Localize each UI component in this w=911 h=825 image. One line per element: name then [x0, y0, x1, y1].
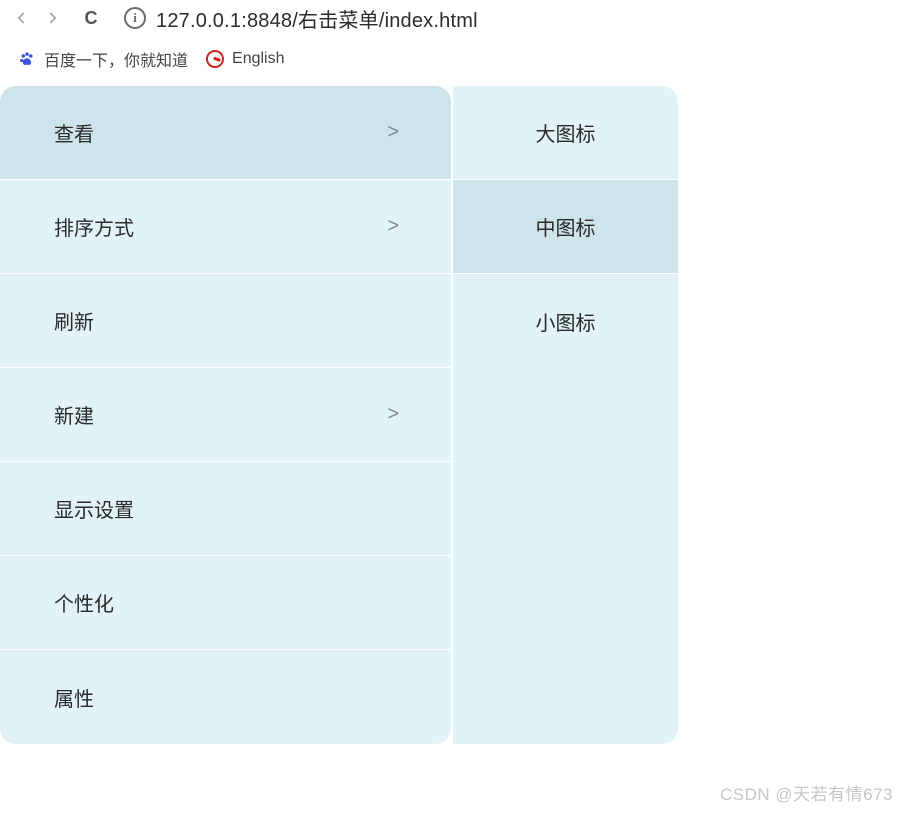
address-bar[interactable]: i 127.0.0.1:8848/右击菜单/index.html — [124, 4, 478, 33]
url-text: 127.0.0.1:8848/右击菜单/index.html — [156, 4, 478, 33]
submenu-item-label: 中图标 — [536, 212, 596, 241]
bookmarks-bar: 百度一下，你就知道 English — [0, 36, 911, 82]
browser-toolbar: C i 127.0.0.1:8848/右击菜单/index.html — [0, 0, 911, 36]
submenu-item-medium-icons[interactable]: 中图标 — [453, 180, 678, 274]
menu-item-label: 属性 — [54, 683, 94, 712]
submenu-item-small-icons[interactable]: 小图标 — [453, 274, 678, 368]
menu-item-display-settings[interactable]: 显示设置 — [0, 462, 451, 556]
reload-button[interactable]: C — [80, 7, 102, 29]
menu-item-personalize[interactable]: 个性化 — [0, 556, 451, 650]
bookmark-label: 百度一下，你就知道 — [44, 47, 188, 71]
menu-item-label: 刷新 — [54, 306, 94, 335]
submenu-item-label: 大图标 — [536, 118, 596, 147]
submenu-item-label: 小图标 — [536, 307, 596, 336]
chevron-right-icon: > — [387, 403, 399, 426]
baidu-paw-icon — [18, 50, 36, 68]
menu-item-label: 查看 — [54, 118, 94, 147]
bookmark-label: English — [232, 50, 284, 68]
menu-item-label: 显示设置 — [54, 494, 134, 523]
menu-item-label: 排序方式 — [54, 212, 134, 241]
watermark: CSDN @天若有情673 — [720, 780, 893, 805]
site-info-icon[interactable]: i — [124, 7, 146, 29]
menu-item-label: 个性化 — [54, 588, 114, 617]
railway-icon — [206, 50, 224, 68]
bookmark-baidu[interactable]: 百度一下，你就知道 — [18, 47, 188, 71]
context-menu: 查看 > 排序方式 > 刷新 新建 > 显示设置 个性化 属性 大图标 — [0, 86, 678, 744]
menu-item-view[interactable]: 查看 > — [0, 86, 451, 180]
bookmark-english[interactable]: English — [206, 50, 284, 68]
chevron-right-icon: > — [387, 215, 399, 238]
back-button[interactable] — [10, 7, 32, 29]
menu-item-refresh[interactable]: 刷新 — [0, 274, 451, 368]
menu-item-label: 新建 — [54, 400, 94, 429]
menu-item-properties[interactable]: 属性 — [0, 650, 451, 744]
submenu-item-large-icons[interactable]: 大图标 — [453, 86, 678, 180]
context-submenu-view: 大图标 中图标 小图标 — [453, 86, 678, 744]
context-menu-primary: 查看 > 排序方式 > 刷新 新建 > 显示设置 个性化 属性 — [0, 86, 451, 744]
forward-button[interactable] — [42, 7, 64, 29]
menu-item-new[interactable]: 新建 > — [0, 368, 451, 462]
menu-item-sort[interactable]: 排序方式 > — [0, 180, 451, 274]
chevron-right-icon: > — [387, 121, 399, 144]
